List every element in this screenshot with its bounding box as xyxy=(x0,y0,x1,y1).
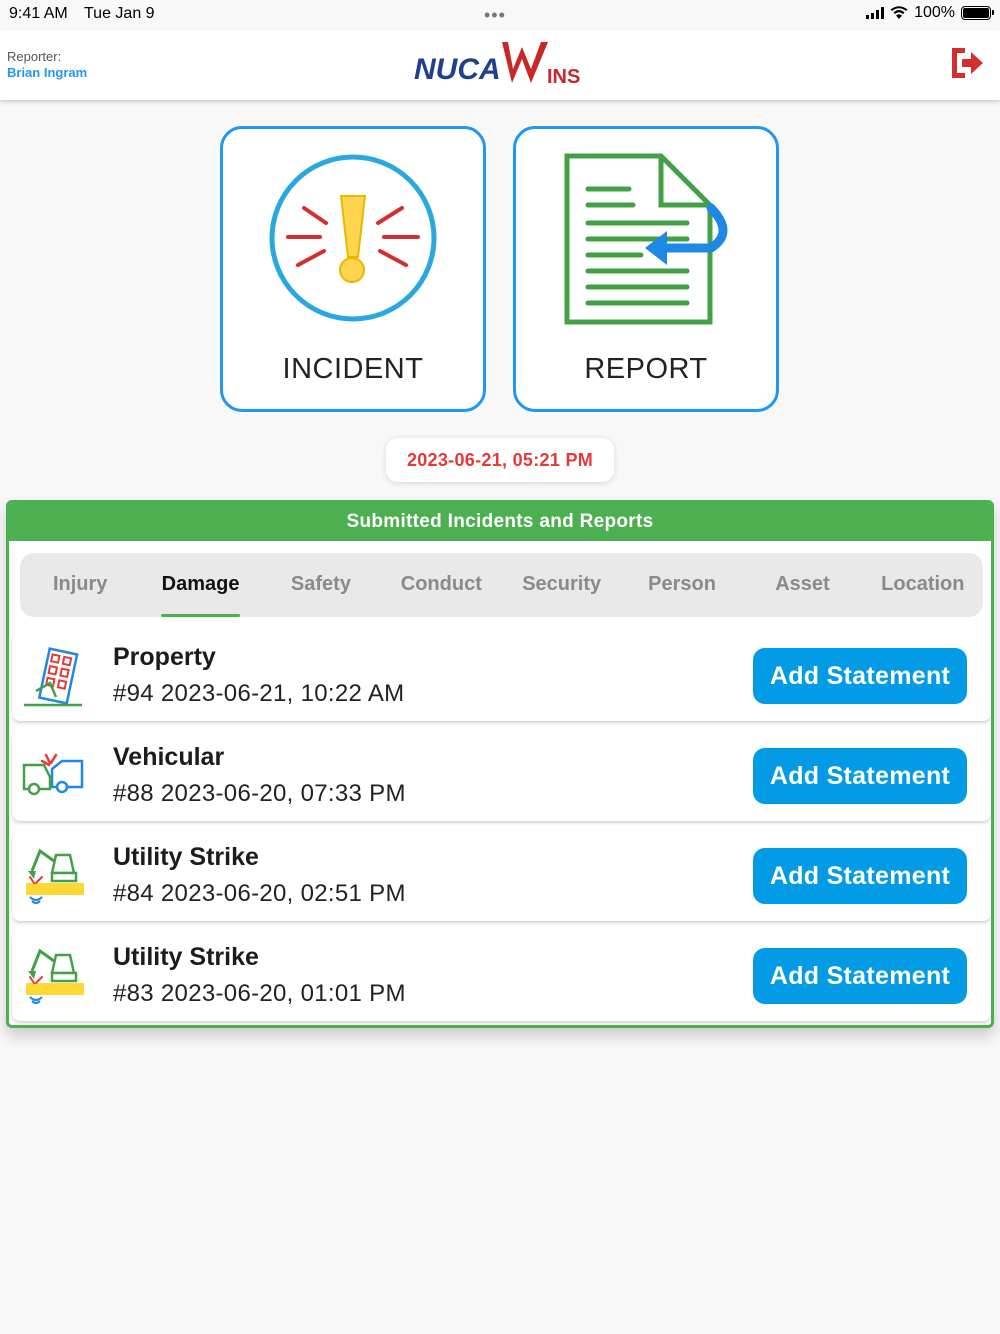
multitasking-dots-icon[interactable]: ••• xyxy=(484,6,506,24)
item-title: Vehicular xyxy=(113,743,225,771)
item-meta: #88 2023-06-20, 07:33 PM xyxy=(113,780,406,807)
incident-alert-icon xyxy=(269,154,437,322)
tab-person[interactable]: Person xyxy=(622,553,742,617)
report-tile[interactable]: REPORT xyxy=(513,126,779,412)
wifi-icon xyxy=(890,6,908,19)
status-indicators: 100% xyxy=(866,4,994,22)
add-statement-button[interactable]: Add Statement xyxy=(753,648,967,704)
logout-icon[interactable] xyxy=(949,46,985,80)
tab-damage[interactable]: Damage xyxy=(140,553,260,617)
battery-icon xyxy=(961,6,994,20)
cellular-signal-icon xyxy=(866,7,885,19)
submission-list: Property #94 2023-06-21, 10:22 AM Add St… xyxy=(12,631,991,1025)
add-statement-button[interactable]: Add Statement xyxy=(753,848,967,904)
list-item[interactable]: Property #94 2023-06-21, 10:22 AM Add St… xyxy=(12,631,991,721)
incident-label: INCIDENT xyxy=(282,353,424,385)
excavator-strike-icon xyxy=(26,948,84,1004)
excavator-strike-icon xyxy=(26,848,84,904)
tab-security[interactable]: Security xyxy=(502,553,622,617)
item-meta: #94 2023-06-21, 10:22 AM xyxy=(113,680,405,707)
add-statement-button[interactable]: Add Statement xyxy=(753,948,967,1004)
svg-text:NUCA: NUCA xyxy=(414,53,501,86)
tab-location[interactable]: Location xyxy=(863,553,983,617)
tab-safety[interactable]: Safety xyxy=(261,553,381,617)
item-meta: #84 2023-06-20, 02:51 PM xyxy=(113,880,406,907)
item-meta: #83 2023-06-20, 01:01 PM xyxy=(113,980,406,1007)
battery-percent: 100% xyxy=(914,4,955,21)
list-item[interactable]: Utility Strike #83 2023-06-20, 01:01 PM … xyxy=(12,931,991,1021)
app-header: Reporter: Brian Ingram NUCA INS xyxy=(0,30,1000,100)
report-label: REPORT xyxy=(584,353,708,385)
reporter-name: Brian Ingram xyxy=(7,65,88,80)
reporter-label: Reporter: xyxy=(7,49,62,64)
status-time: 9:41 AM xyxy=(9,5,68,22)
list-item[interactable]: Utility Strike #84 2023-06-20, 02:51 PM … xyxy=(12,831,991,921)
tab-asset[interactable]: Asset xyxy=(742,553,862,617)
tab-injury[interactable]: Injury xyxy=(20,553,140,617)
add-statement-button[interactable]: Add Statement xyxy=(753,748,967,804)
status-date: Tue Jan 9 xyxy=(84,5,155,22)
property-damage-icon xyxy=(24,647,82,707)
item-title: Utility Strike xyxy=(113,943,259,971)
list-item[interactable]: Vehicular #88 2023-06-20, 07:33 PM Add S… xyxy=(12,731,991,821)
item-title: Property xyxy=(113,643,216,671)
incident-tile[interactable]: INCIDENT xyxy=(220,126,486,412)
vehicle-collision-icon xyxy=(22,753,84,796)
nucawins-logo: NUCA INS xyxy=(414,42,580,88)
category-tabs: Injury Damage Safety Conduct Security Pe… xyxy=(20,553,983,617)
status-bar: 9:41 AM Tue Jan 9 ••• 100% xyxy=(0,0,1000,30)
item-title: Utility Strike xyxy=(113,843,259,871)
report-document-icon xyxy=(564,153,728,325)
tab-conduct[interactable]: Conduct xyxy=(381,553,501,617)
submitted-panel: Submitted Incidents and Reports Injury D… xyxy=(6,500,994,1028)
svg-text:INS: INS xyxy=(547,66,580,88)
panel-title: Submitted Incidents and Reports xyxy=(9,503,991,541)
current-timestamp: 2023-06-21, 05:21 PM xyxy=(386,438,614,482)
